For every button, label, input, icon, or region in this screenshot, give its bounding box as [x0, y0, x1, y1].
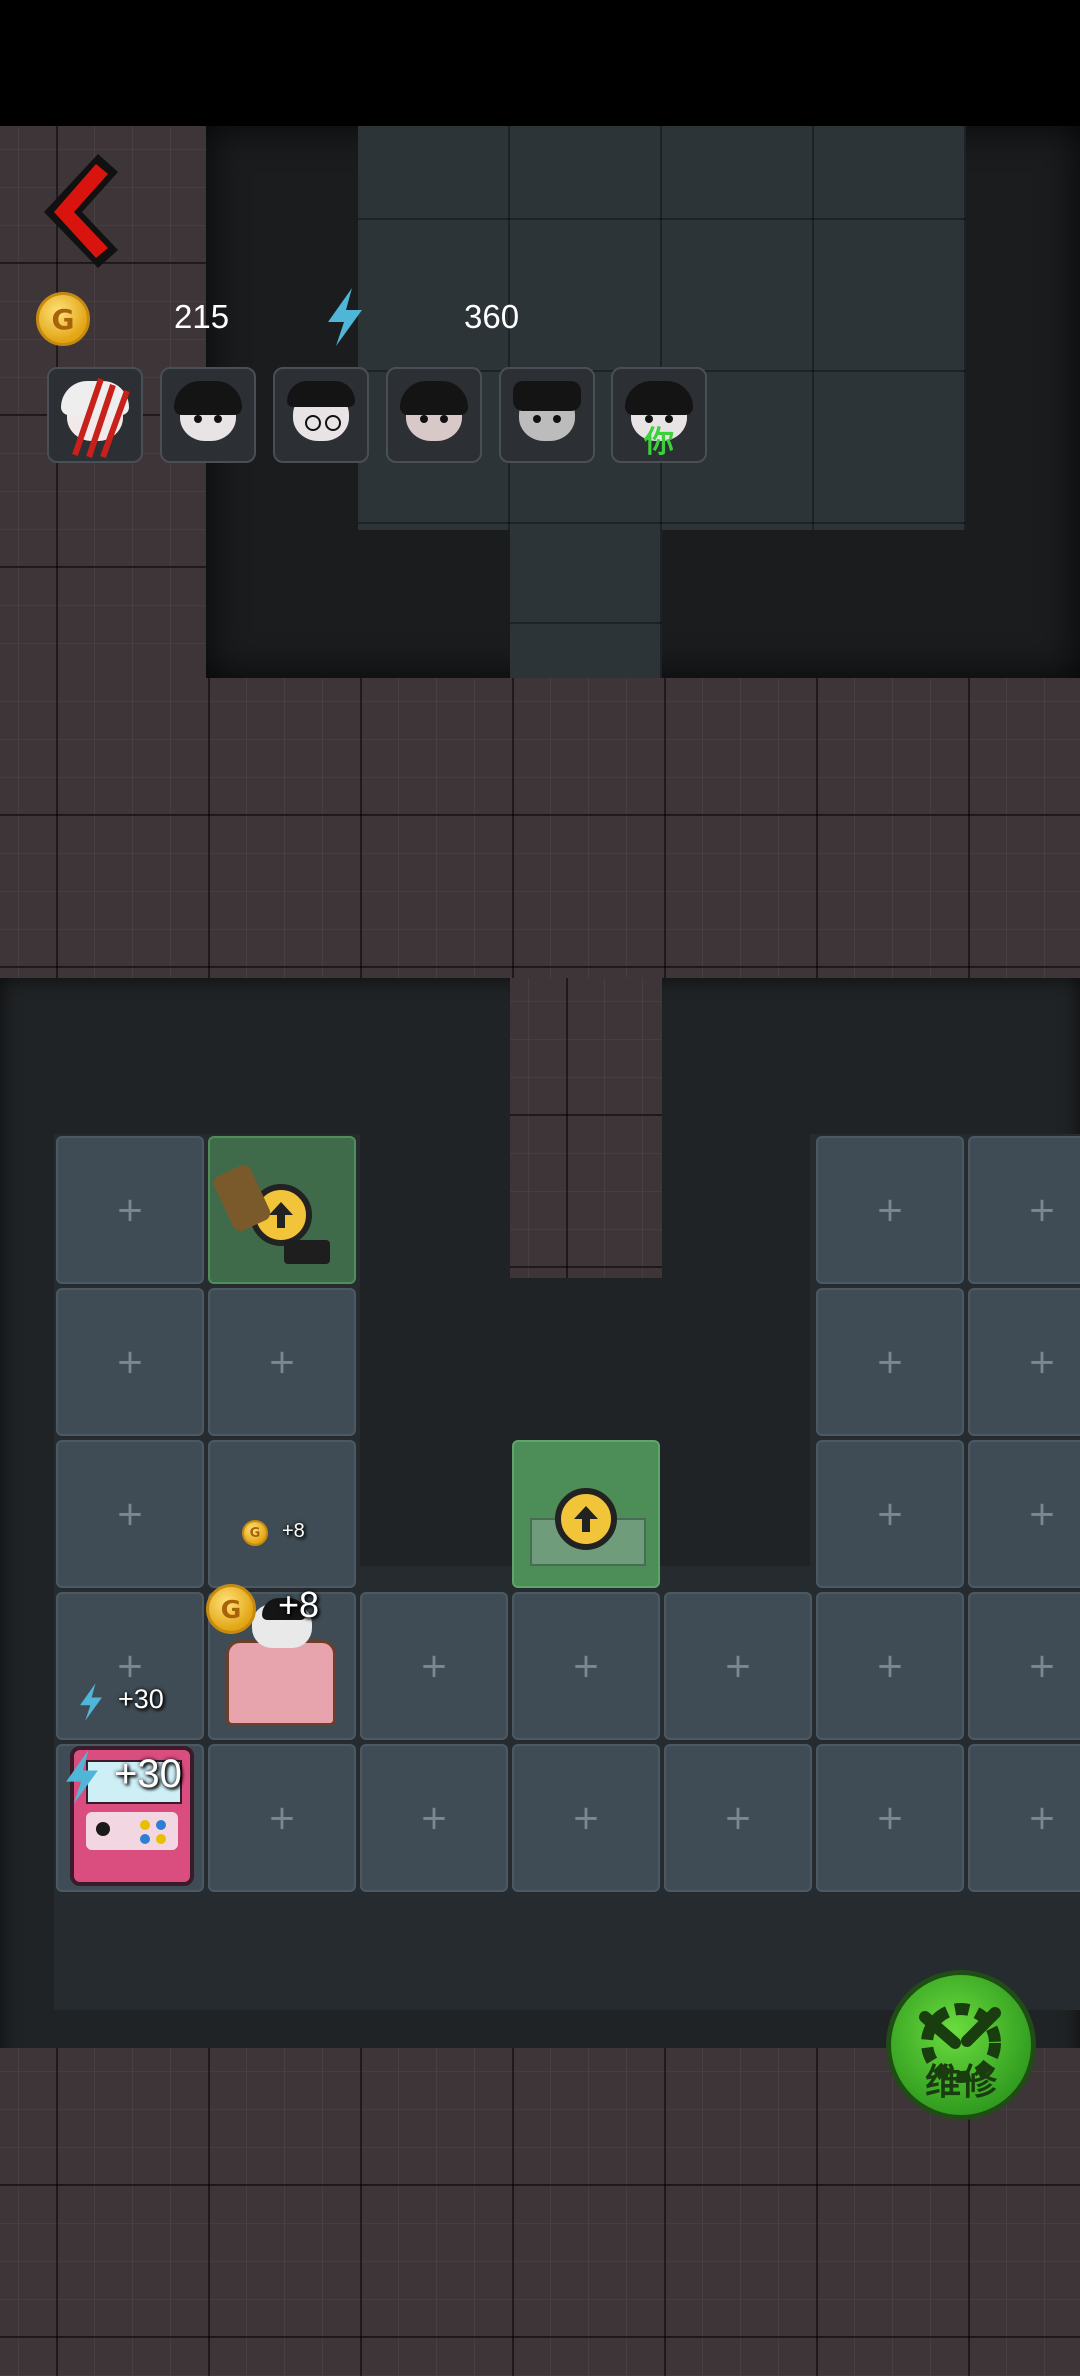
repair-button[interactable]: 维修 — [886, 1970, 1036, 2120]
repair-label: 维修 — [924, 2062, 997, 2103]
small-coin-icon: G — [242, 1520, 268, 1546]
top-room-door — [510, 530, 662, 678]
empty-tile[interactable] — [360, 1592, 508, 1740]
empty-tile[interactable] — [360, 1744, 508, 1892]
empty-tile[interactable] — [968, 1288, 1080, 1436]
self-label: 你 — [644, 425, 674, 460]
empty-tile[interactable] — [968, 1592, 1080, 1740]
top-room-floor — [358, 126, 966, 530]
empty-tile[interactable] — [208, 1440, 356, 1588]
empty-tile[interactable] — [816, 1440, 964, 1588]
player-avatar-self[interactable]: 你 — [611, 367, 707, 463]
coin-count: 215 — [174, 298, 230, 335]
empty-tile[interactable] — [968, 1136, 1080, 1284]
empty-tile[interactable] — [208, 1288, 356, 1436]
empty-tile[interactable] — [208, 1744, 356, 1892]
small-coin-gain-text: +8 — [282, 1520, 305, 1542]
empty-tile[interactable] — [512, 1744, 660, 1892]
status-bar — [0, 0, 1080, 126]
brick-corridor-vertical — [510, 978, 662, 1278]
player-avatar-4[interactable] — [386, 367, 482, 463]
energy-bolt-icon — [322, 286, 368, 348]
bed-icon[interactable] — [226, 1640, 336, 1726]
energy-count: 360 — [464, 298, 520, 335]
game-screen: G 215 360 你 G +8 G +8 — [0, 0, 1080, 2376]
empty-tile[interactable] — [512, 1592, 660, 1740]
empty-tile[interactable] — [664, 1744, 812, 1892]
empty-tile[interactable] — [816, 1288, 964, 1436]
empty-tile[interactable] — [816, 1136, 964, 1284]
player-avatar-1[interactable] — [47, 367, 143, 463]
claw-scratch-icon — [72, 378, 130, 459]
brick-corridor — [0, 678, 1080, 978]
bed-coin-icon: G — [206, 1584, 256, 1634]
empty-tile[interactable] — [56, 1136, 204, 1284]
empty-tile[interactable] — [56, 1440, 204, 1588]
small-energy-bolt-icon — [76, 1682, 106, 1722]
player-avatar-3[interactable] — [273, 367, 369, 463]
student-avatar-icon — [174, 381, 242, 441]
coin-icon: G — [36, 292, 90, 346]
back-arrow-icon[interactable] — [36, 146, 136, 276]
empty-tile[interactable] — [816, 1592, 964, 1740]
empty-tile[interactable] — [664, 1592, 812, 1740]
messy-hair-boy-avatar-icon — [513, 381, 581, 441]
door-upgrade-arrow-icon[interactable] — [555, 1488, 617, 1550]
turret-base-icon — [284, 1240, 330, 1264]
bed-coin-gain-text: +8 — [278, 1584, 320, 1625]
empty-tile[interactable] — [56, 1288, 204, 1436]
machine-energy-bolt-icon — [60, 1748, 104, 1806]
player-avatar-5[interactable] — [499, 367, 595, 463]
empty-tile[interactable] — [968, 1440, 1080, 1588]
empty-tile[interactable] — [816, 1744, 964, 1892]
small-energy-gain-text: +30 — [118, 1684, 164, 1714]
machine-energy-gain-text: +30 — [114, 1752, 182, 1796]
empty-tile[interactable] — [968, 1744, 1080, 1892]
glasses-boy-avatar-icon — [287, 381, 355, 441]
player-avatar-2[interactable] — [160, 367, 256, 463]
pigtail-girl-avatar-icon — [400, 381, 468, 441]
